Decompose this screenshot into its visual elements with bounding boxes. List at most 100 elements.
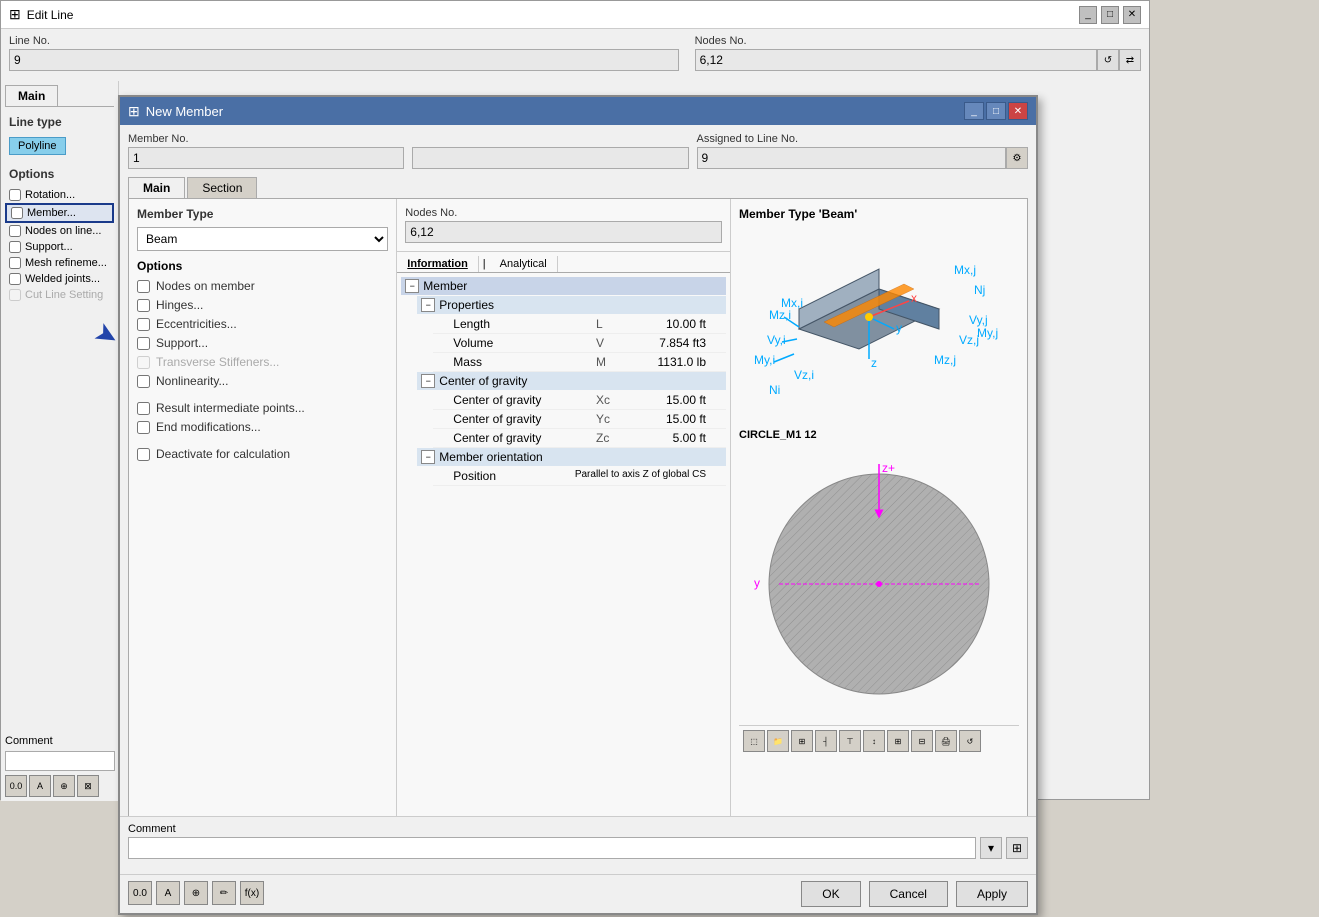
support-label: Support... [25,241,73,253]
nodes-on-member-checkbox[interactable] [137,280,150,293]
comment-input[interactable] [5,751,115,771]
tree-view: − Member − Properties Length [397,273,730,490]
comment-dropdown-btn[interactable]: ▾ [980,837,1002,859]
rp-icon-7[interactable]: ⊞ [887,730,909,752]
nonlinearity-checkbox[interactable] [137,375,150,388]
dialog-maximize-button[interactable]: □ [986,102,1006,120]
rp-icon-10[interactable]: ↺ [959,730,981,752]
orientation-header: − Member orientation [417,448,726,466]
footer-icon-3[interactable]: ⊕ [184,881,208,905]
dialog-top-row: Member No. Assigned to Line No. ⚙ [128,133,1028,169]
cog-label: Center of gravity [439,374,527,388]
member-no-input[interactable] [128,147,404,169]
sidebar-item-support: Support... [5,239,114,255]
support-opt-label: Support... [156,336,208,350]
sidebar-tab-main[interactable]: Main [5,85,58,106]
orientation-collapse-btn[interactable]: − [421,450,435,464]
member-type-select[interactable]: Beam Truss Compression Tension Buckling … [137,227,388,251]
rp-icon-1[interactable]: ⬚ [743,730,765,752]
dialog-tabs: Main Section [128,177,1028,198]
support-opt-checkbox[interactable] [137,337,150,350]
tab-section[interactable]: Section [187,177,257,198]
option-eccentricities: Eccentricities... [137,317,388,331]
end-modifications-checkbox[interactable] [137,421,150,434]
nodes-no-value: 6,12 [695,49,1097,71]
rotation-label: Rotation... [25,189,75,201]
dialog-minimize-button[interactable]: _ [964,102,984,120]
rp-icon-4[interactable]: ┤ [815,730,837,752]
tree-row-volume: Volume V 7.854 ft3 [433,334,726,353]
hinges-checkbox[interactable] [137,299,150,312]
footer-icon-2[interactable]: A [156,881,180,905]
middle-input[interactable] [412,147,688,169]
nodes-refresh-btn[interactable]: ↺ [1097,49,1119,71]
rp-icon-5[interactable]: ⊤ [839,730,861,752]
minimize-button[interactable]: _ [1079,6,1097,24]
nodes-no-input-row: 6,12 ↺ ⇄ [695,49,1141,71]
svg-text:My,i: My,i [754,353,775,367]
comment-label: Comment [1,731,119,751]
member-no-field: Member No. [128,133,404,169]
result-intermediate-checkbox[interactable] [137,402,150,415]
ok-button[interactable]: OK [801,881,860,907]
nodes-on-line-checkbox[interactable] [9,225,21,237]
nodes-input[interactable] [405,221,722,243]
footer-icon-4[interactable]: ✏ [212,881,236,905]
support-checkbox[interactable] [9,241,21,253]
maximize-button[interactable]: □ [1101,6,1119,24]
member-checkbox[interactable] [11,207,23,219]
rotation-checkbox[interactable] [9,189,21,201]
svg-text:My,j: My,j [977,326,998,340]
apply-button[interactable]: Apply [956,881,1028,907]
footer-icon-1[interactable]: 0.0 [128,881,152,905]
properties-group: − Properties Length L 10.00 ft [401,296,726,372]
cog-header: − Center of gravity [417,372,726,390]
nodes-swap-btn[interactable]: ⇄ [1119,49,1141,71]
line-type-label: Line type [5,113,114,131]
rp-icon-9[interactable]: 🖨 [935,730,957,752]
rp-icon-8[interactable]: ⊟ [911,730,933,752]
footer-icon-5[interactable]: f(x) [240,881,264,905]
svg-text:z: z [871,356,877,370]
member-collapse-btn[interactable]: − [405,279,419,293]
tree-row-xc: Center of gravity Xc 15.00 ft [433,391,726,410]
welded-checkbox[interactable] [9,273,21,285]
close-button[interactable]: ✕ [1123,6,1141,24]
info-tab-information[interactable]: Information [397,256,479,272]
comment-copy-btn[interactable]: ⊞ [1006,837,1028,859]
rp-icon-6[interactable]: ↕ [863,730,885,752]
mesh-checkbox[interactable] [9,257,21,269]
dialog-comment-input[interactable] [128,837,976,859]
rp-icon-3[interactable]: ⊞ [791,730,813,752]
comment-input-wrap [1,751,119,771]
cut-checkbox[interactable] [9,289,21,301]
option-deactivate: Deactivate for calculation [137,447,388,461]
beam-svg: Mz,i Vy,i My,i Vz,i Ni [739,229,1019,419]
sidebar-icon-3[interactable]: ⊕ [53,775,75,797]
svg-text:y: y [754,576,760,590]
properties-collapse-btn[interactable]: − [421,298,435,312]
cog-collapse-btn[interactable]: − [421,374,435,388]
dialog-close-button[interactable]: ✕ [1008,102,1028,120]
nonlinearity-label: Nonlinearity... [156,374,228,388]
option-end-modifications: End modifications... [137,420,388,434]
assigned-icon-btn[interactable]: ⚙ [1006,147,1028,169]
eccentricities-checkbox[interactable] [137,318,150,331]
sidebar-item-mesh: Mesh refineme... [5,255,114,271]
sidebar-icon-4[interactable]: ⊠ [77,775,99,797]
cancel-button[interactable]: Cancel [869,881,948,907]
deactivate-checkbox[interactable] [137,448,150,461]
sidebar-icon-1[interactable]: 0.0 [5,775,27,797]
member-label: Member... [27,207,76,219]
dialog-comment-input-row: ▾ ⊞ [128,837,1028,859]
assigned-field: Assigned to Line No. ⚙ [697,133,1029,169]
rp-icon-2[interactable]: 📁 [767,730,789,752]
tree-row-zc: Center of gravity Zc 5.00 ft [433,429,726,448]
tab-main[interactable]: Main [128,177,185,198]
sidebar-icon-2[interactable]: A [29,775,51,797]
dialog-left-panel: Member Type Beam Truss Compression Tensi… [129,199,397,817]
assigned-input[interactable] [697,147,1007,169]
line-no-value: 9 [9,49,679,71]
info-tab-analytical[interactable]: Analytical [490,256,558,272]
polyline-button[interactable]: Polyline [9,137,66,155]
